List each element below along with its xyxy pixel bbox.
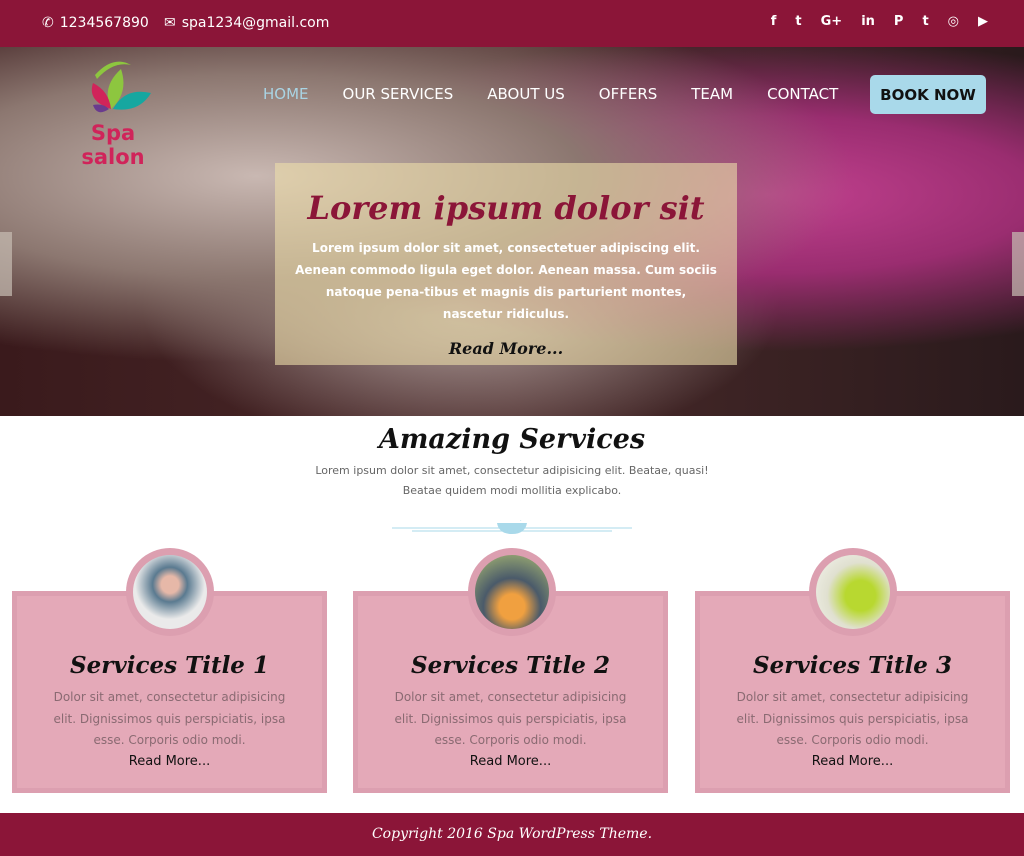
facebook-icon[interactable]: f <box>771 14 777 29</box>
phone-number: 1234567890 <box>59 15 149 31</box>
service-text: Dolor sit amet, consectetur adipisicing … <box>394 690 627 747</box>
logo[interactable]: Spa salon <box>58 57 168 169</box>
slide-caption: Lorem ipsum dolor sit Lorem ipsum dolor … <box>275 163 737 365</box>
service-title: Services Title 3 <box>753 652 952 679</box>
book-now-button[interactable]: BOOK NOW <box>870 75 986 114</box>
services-intro-line1: Lorem ipsum dolor sit amet, consectetur … <box>315 464 709 477</box>
envelope-icon: ✉ <box>164 15 176 31</box>
twitter-icon[interactable]: t <box>795 14 801 29</box>
main-nav: HOME OUR SERVICES ABOUT US OFFERS TEAM C… <box>263 85 838 103</box>
nav-home[interactable]: HOME <box>263 85 309 103</box>
email-address: spa1234@gmail.com <box>181 15 330 31</box>
nav-team[interactable]: TEAM <box>691 85 733 103</box>
read-more-link[interactable]: Read More... <box>17 754 322 769</box>
social-links: f t G+ in P t ◎ ▶ <box>771 14 988 29</box>
read-more-link[interactable]: Read More... <box>700 754 1005 769</box>
hero-slider: Spa salon HOME OUR SERVICES ABOUT US OFF… <box>0 47 1024 416</box>
slide-text: Lorem ipsum dolor sit amet, consectetuer… <box>295 241 717 321</box>
google-plus-icon[interactable]: G+ <box>821 14 843 29</box>
email-contact[interactable]: ✉ spa1234@gmail.com <box>164 15 329 31</box>
copyright-text: Copyright 2016 Spa WordPress Theme. <box>371 826 653 842</box>
service-image-2 <box>468 548 556 636</box>
nav-our-services[interactable]: OUR SERVICES <box>343 85 454 103</box>
mortar-divider-icon <box>392 520 632 534</box>
linkedin-icon[interactable]: in <box>861 14 875 29</box>
service-title: Services Title 1 <box>70 652 269 679</box>
service-text: Dolor sit amet, consectetur adipisicing … <box>53 690 286 747</box>
service-image-3 <box>809 548 897 636</box>
nav-offers[interactable]: OFFERS <box>599 85 657 103</box>
read-more-link[interactable]: Read More... <box>358 754 663 769</box>
service-title: Services Title 2 <box>411 652 610 679</box>
slide-read-more-link[interactable]: Read More... <box>275 339 737 358</box>
instagram-icon[interactable]: ◎ <box>948 14 959 29</box>
phone-contact[interactable]: ✆ 1234567890 <box>42 15 149 31</box>
slider-next-arrow[interactable] <box>1012 232 1024 296</box>
nav-contact[interactable]: CONTACT <box>767 85 838 103</box>
services-intro-line2: Beatae quidem modi mollitia explicabo. <box>402 484 622 497</box>
service-image-1 <box>126 548 214 636</box>
lotus-logo-icon <box>91 61 151 113</box>
tumblr-icon[interactable]: t <box>922 14 928 29</box>
top-bar: ✆ 1234567890 ✉ spa1234@gmail.com f t G+ in… <box>0 0 1024 47</box>
footer: Copyright 2016 Spa WordPress Theme. <box>0 813 1024 856</box>
logo-text: Spa salon <box>81 121 145 169</box>
slide-title: Lorem ipsum dolor sit <box>307 189 705 227</box>
pinterest-icon[interactable]: P <box>894 14 904 29</box>
nav-about-us[interactable]: ABOUT US <box>487 85 565 103</box>
slider-prev-arrow[interactable] <box>0 232 12 296</box>
service-text: Dolor sit amet, consectetur adipisicing … <box>736 690 969 747</box>
services-header: Amazing Services Lorem ipsum dolor sit a… <box>0 424 1024 501</box>
services-title: Amazing Services <box>378 424 646 455</box>
phone-icon: ✆ <box>42 15 54 31</box>
youtube-icon[interactable]: ▶ <box>978 14 988 29</box>
